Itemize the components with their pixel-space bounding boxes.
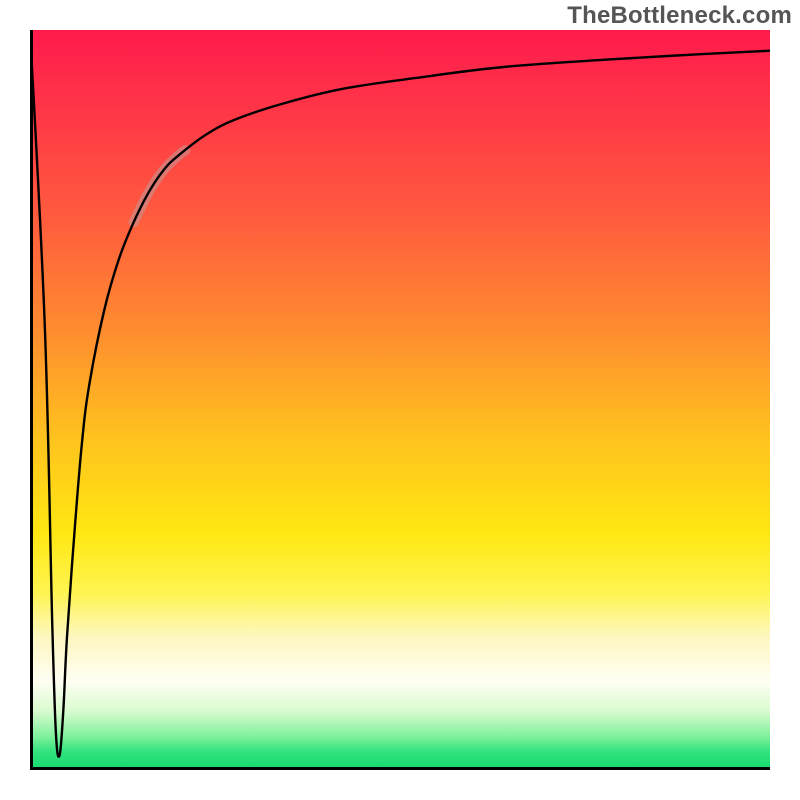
curve-layer (30, 30, 770, 770)
bottleneck-curve (30, 30, 770, 757)
y-axis-line (30, 30, 33, 770)
chart-container: TheBottleneck.com (0, 0, 800, 800)
plot-area (30, 30, 770, 770)
hazy-segment (134, 150, 186, 222)
x-axis-line (30, 767, 770, 770)
watermark-label: TheBottleneck.com (567, 2, 792, 30)
